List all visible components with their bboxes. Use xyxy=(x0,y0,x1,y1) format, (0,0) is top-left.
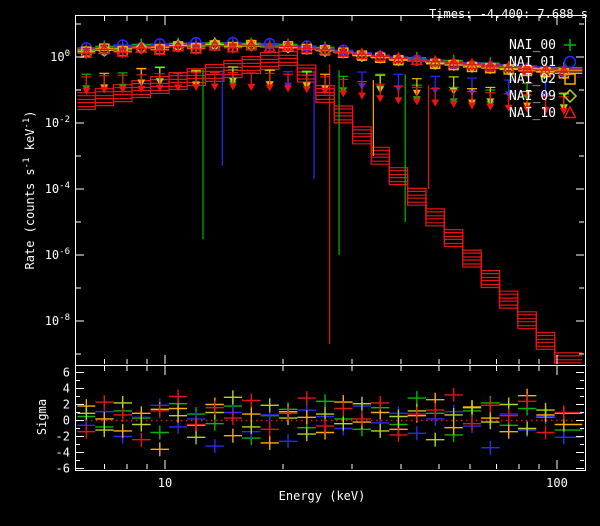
count-spectrum-plot: 10 100 100 10-2 10-4 10-6 10-8 6 4 2 0 -2 -4 -6 NAI_0… xyxy=(22,7,588,503)
legend-label-NAI_02: NAI_02 xyxy=(509,72,556,87)
circle-marker xyxy=(563,55,577,69)
down-arrow-icon xyxy=(192,83,201,91)
legend-item-NAI_02: NAI_02 xyxy=(509,72,576,87)
down-arrow-icon xyxy=(357,92,366,100)
sigma-tick-label--4: -4 xyxy=(56,446,70,460)
down-arrow-icon xyxy=(82,87,91,95)
x-tick-label-100: 100 xyxy=(546,476,568,490)
down-arrow-icon xyxy=(468,102,477,110)
y-tick-label-1e-2: 10-2 xyxy=(45,115,70,130)
down-arrow-icon xyxy=(431,99,440,107)
down-arrow-icon xyxy=(247,83,256,91)
x-tick-label-10: 10 xyxy=(158,476,172,490)
legend-label-NAI_09: NAI_09 xyxy=(509,89,556,104)
legend-label-NAI_10: NAI_10 xyxy=(509,106,556,121)
diamond-marker xyxy=(562,88,578,104)
times-label: Times: -4.400: 7.688 s xyxy=(429,7,588,21)
sigma-tick-label-6: 6 xyxy=(63,366,70,380)
down-arrow-icon xyxy=(449,101,458,108)
y-tick-label-1e-6: 10-6 xyxy=(45,247,70,262)
down-arrow-icon xyxy=(174,84,183,92)
down-arrow-icon xyxy=(376,95,385,103)
sigma-tick-label--2: -2 xyxy=(56,430,70,444)
plus-marker xyxy=(564,39,576,51)
sigma-tick-label-2: 2 xyxy=(63,398,70,412)
down-arrow-icon xyxy=(394,97,403,105)
down-arrow-icon xyxy=(228,83,237,91)
down-arrow-icon xyxy=(339,90,348,98)
sigma-tick-label--6: -6 xyxy=(56,462,70,476)
spectral-fit-window: 10 100 100 10-2 10-4 10-6 10-8 6 4 2 0 -2 -4 -6 NAI_0… xyxy=(0,0,600,526)
y-tick-label-1e-4: 10-4 xyxy=(45,181,70,196)
sigma-series-NAI_00 xyxy=(77,391,583,446)
sigma-series-NAI_10 xyxy=(77,387,583,447)
down-arrow-icon xyxy=(210,83,219,91)
down-arrow-icon xyxy=(412,98,421,106)
sigma-axis-title: Sigma xyxy=(35,399,49,435)
x-axis-title: Energy (keV) xyxy=(279,489,366,503)
sigma-tick-label-4: 4 xyxy=(63,382,70,396)
down-arrow-icon xyxy=(100,86,109,94)
sigma-series-NAI_02 xyxy=(77,388,583,457)
legend-item-NAI_00: NAI_00 xyxy=(509,38,576,53)
main-panel-data xyxy=(77,36,583,364)
down-arrow-icon xyxy=(284,85,293,93)
legend-label-NAI_00: NAI_00 xyxy=(509,38,556,53)
y-tick-label-1e0: 100 xyxy=(50,49,70,64)
down-arrow-icon xyxy=(321,87,330,95)
sigma-series-NAI_09 xyxy=(77,390,583,447)
y-tick-label-1e-8: 10-8 xyxy=(45,313,70,328)
sigma-panel-data xyxy=(76,387,584,457)
rate-axis-title: Rate (counts s-1 keV-1) xyxy=(22,111,37,270)
sigma-tick-label-0: 0 xyxy=(63,414,70,428)
down-arrow-icon xyxy=(486,103,495,111)
down-arrow-icon xyxy=(137,85,146,93)
down-arrow-icon xyxy=(302,86,311,94)
down-arrow-icon xyxy=(265,84,274,92)
legend-label-NAI_01: NAI_01 xyxy=(509,55,556,70)
